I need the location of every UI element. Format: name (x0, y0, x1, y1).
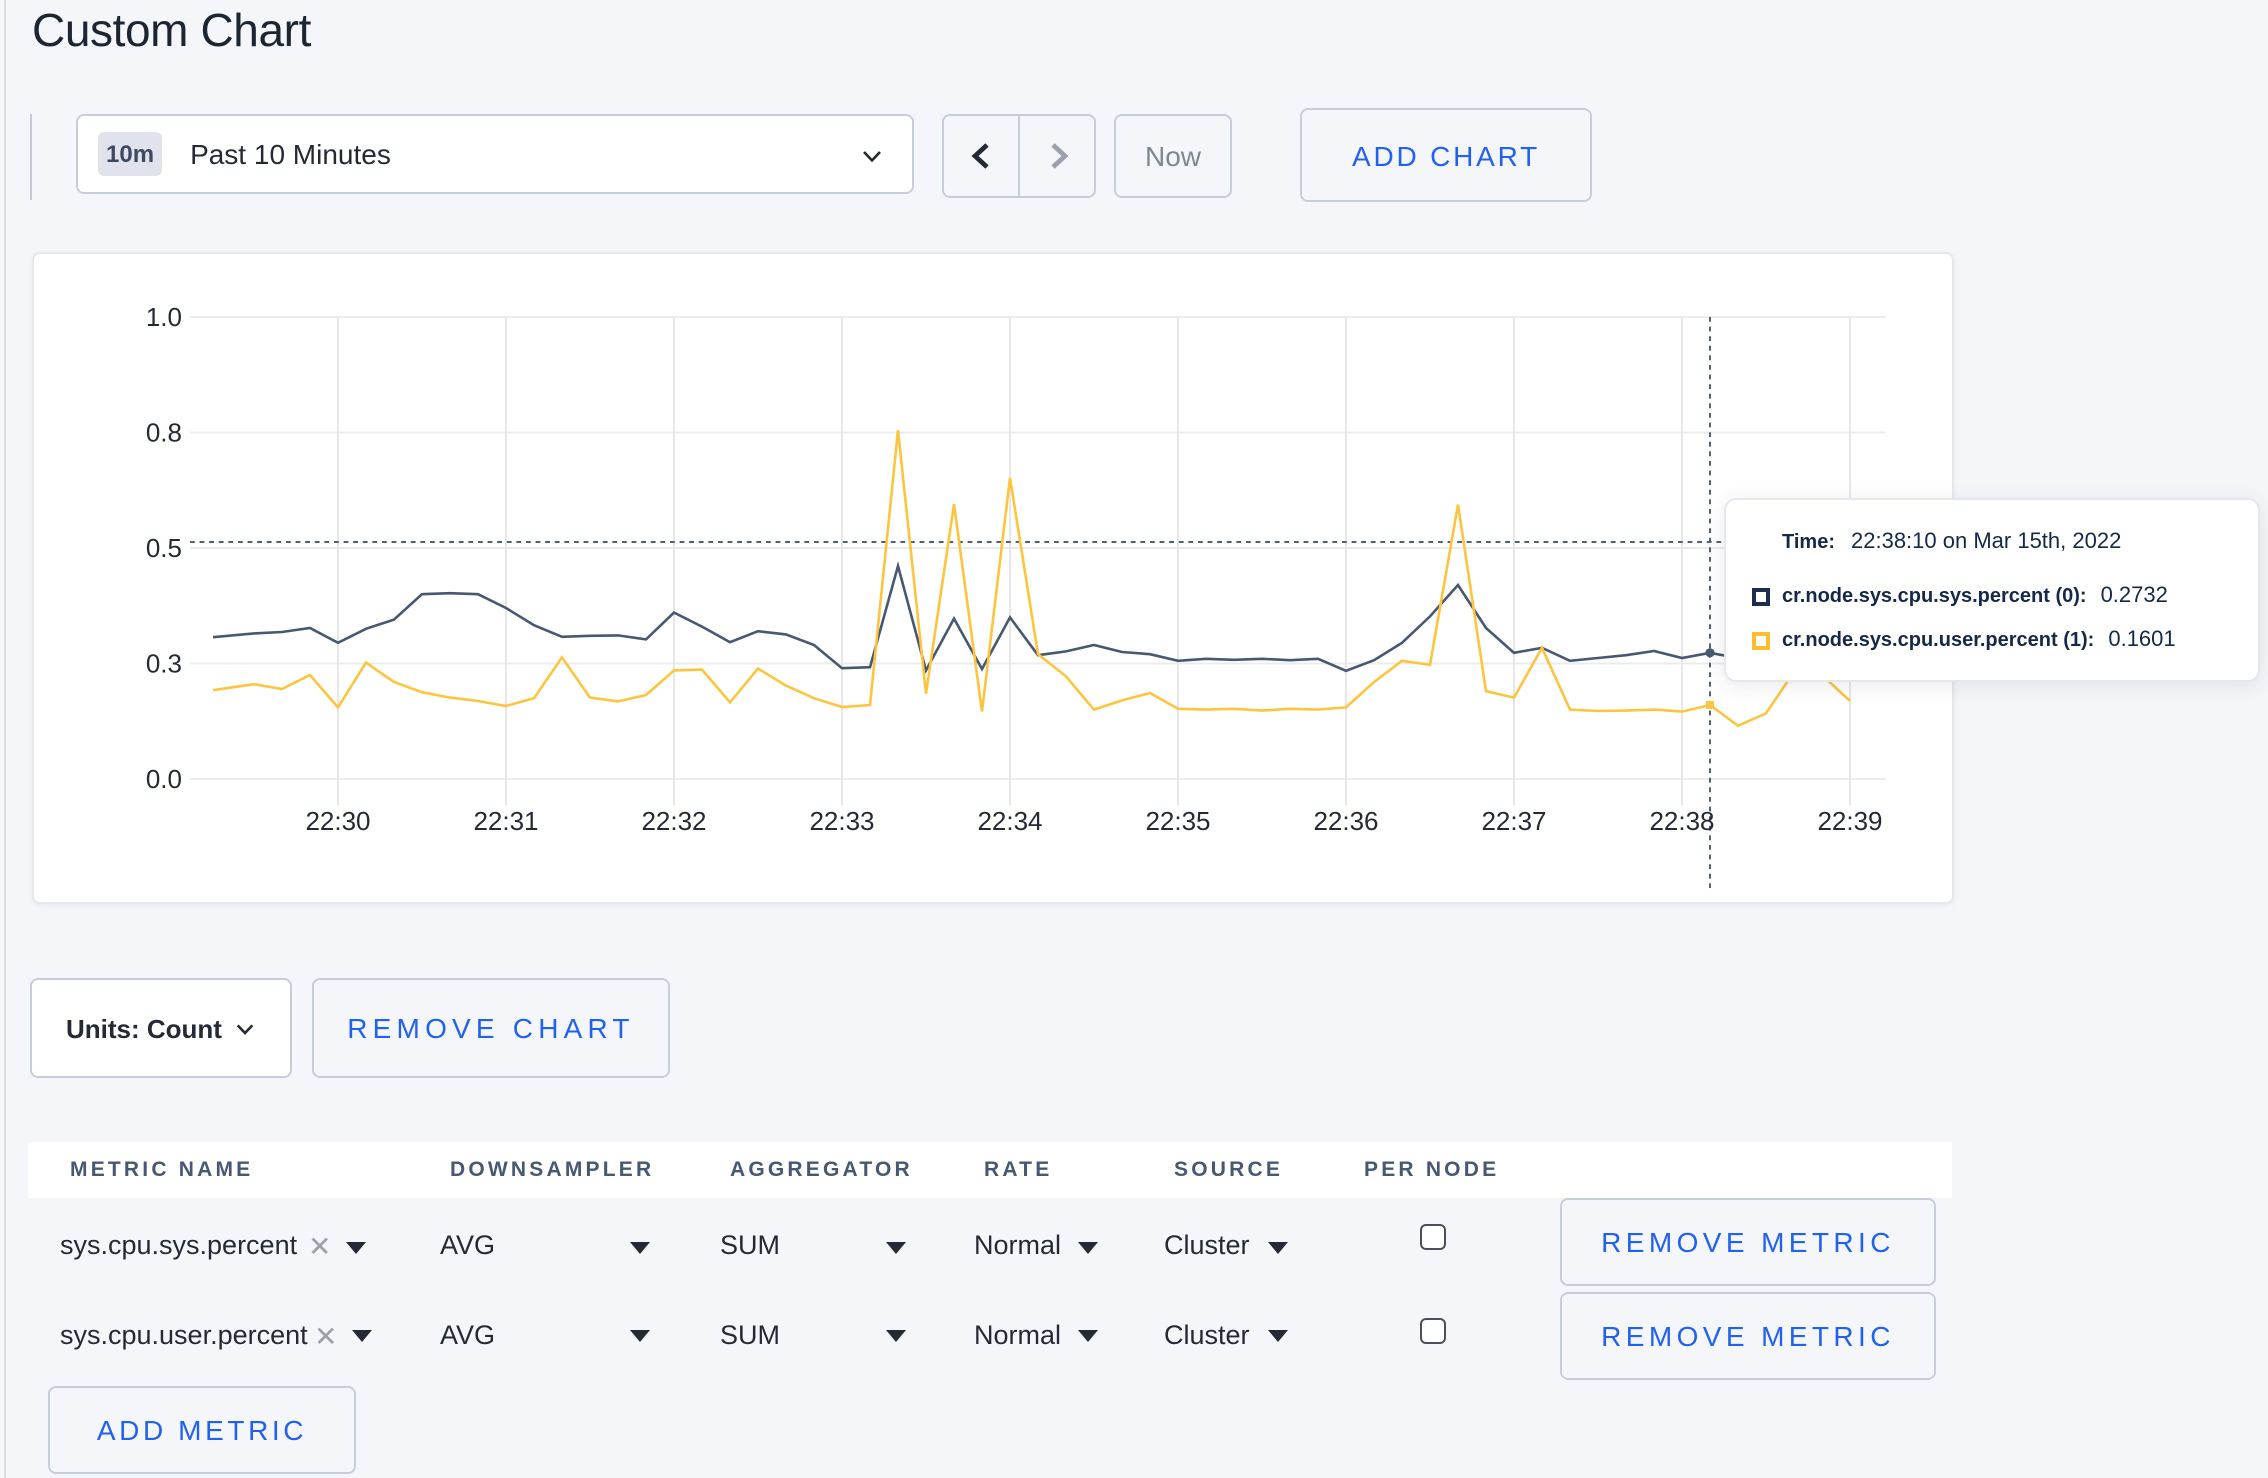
svg-text:22:31: 22:31 (473, 806, 538, 836)
svg-text:22:32: 22:32 (641, 806, 706, 836)
svg-text:22:39: 22:39 (1817, 806, 1882, 836)
svg-text:0.8: 0.8 (146, 418, 182, 448)
svg-text:22:38: 22:38 (1649, 806, 1714, 836)
svg-text:22:35: 22:35 (1145, 806, 1210, 836)
svg-text:0.5: 0.5 (146, 533, 182, 563)
svg-text:1.0: 1.0 (146, 302, 182, 332)
svg-text:22:37: 22:37 (1481, 806, 1546, 836)
svg-text:0.0: 0.0 (146, 764, 182, 794)
svg-text:22:34: 22:34 (977, 806, 1042, 836)
svg-text:22:30: 22:30 (305, 806, 370, 836)
svg-text:22:33: 22:33 (809, 806, 874, 836)
svg-text:22:36: 22:36 (1313, 806, 1378, 836)
svg-text:0.3: 0.3 (146, 649, 182, 679)
